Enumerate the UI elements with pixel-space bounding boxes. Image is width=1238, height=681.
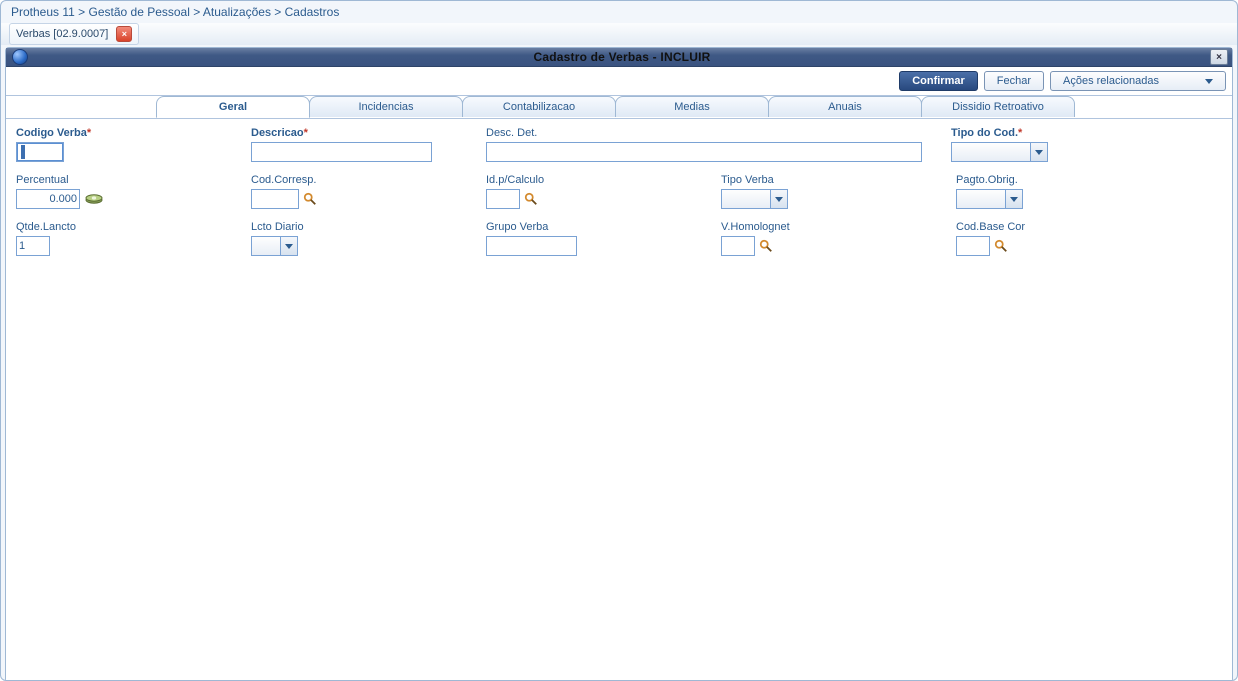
tab-medias[interactable]: Medias	[615, 96, 769, 117]
label-percentual: Percentual	[16, 174, 69, 186]
label-desc-det: Desc. Det.	[486, 127, 537, 139]
close-tab-icon[interactable]: ×	[116, 26, 132, 42]
field-descricao: Descricao*	[251, 127, 486, 162]
label-qtde-lancto: Qtde.Lancto	[16, 221, 76, 233]
chevron-down-icon	[770, 190, 787, 208]
label-id-p-calculo: Id.p/Calculo	[486, 174, 544, 186]
field-cod-corresp: Cod.Corresp.	[251, 174, 486, 209]
label-grupo-verba: Grupo Verba	[486, 221, 548, 233]
field-tipo-do-cod: Tipo do Cod.*	[951, 127, 1222, 162]
label-descricao: Descricao*	[251, 127, 308, 139]
search-icon[interactable]	[303, 192, 317, 206]
window-close-button[interactable]: ×	[1210, 49, 1228, 65]
money-icon	[84, 191, 104, 208]
label-cod-base-cor: Cod.Base Cor	[956, 221, 1025, 233]
chevron-down-icon	[280, 237, 297, 255]
field-tipo-verba: Tipo Verba	[721, 174, 956, 209]
app-icon	[12, 49, 28, 65]
tab-anuais[interactable]: Anuais	[768, 96, 922, 117]
input-id-p-calculo[interactable]	[486, 189, 520, 209]
search-icon[interactable]	[994, 239, 1008, 253]
select-tipo-do-cod[interactable]	[951, 142, 1048, 162]
mdi-child-window: Cadastro de Verbas - INCLUIR × Confirmar…	[5, 47, 1233, 681]
form-geral: Codigo Verba* Descricao* Desc. Det. Tipo…	[6, 119, 1232, 681]
field-percentual: Percentual	[16, 174, 251, 209]
input-cod-corresp[interactable]	[251, 189, 299, 209]
label-pagto-obrig: Pagto.Obrig.	[956, 174, 1018, 186]
field-grupo-verba: Grupo Verba	[486, 221, 721, 256]
chevron-down-icon	[1205, 79, 1213, 84]
label-codigo-verba: Codigo Verba*	[16, 127, 91, 139]
confirm-button[interactable]: Confirmar	[899, 71, 978, 91]
field-codigo-verba: Codigo Verba*	[16, 127, 251, 162]
field-desc-det: Desc. Det.	[486, 127, 951, 162]
input-qtde-lancto[interactable]	[16, 236, 50, 256]
window-tab-strip: Verbas [02.9.0007] ×	[1, 23, 1237, 45]
window-tab-verbas[interactable]: Verbas [02.9.0007] ×	[9, 23, 139, 45]
input-v-homolognet[interactable]	[721, 236, 755, 256]
field-qtde-lancto: Qtde.Lancto	[16, 221, 251, 256]
tab-dissidio-retroativo[interactable]: Dissidio Retroativo	[921, 96, 1075, 117]
chevron-down-icon	[1005, 190, 1022, 208]
input-descricao[interactable]	[251, 142, 432, 162]
label-cod-corresp: Cod.Corresp.	[251, 174, 316, 186]
search-icon[interactable]	[759, 239, 773, 253]
field-v-homolognet: V.Homolognet	[721, 221, 956, 256]
select-pagto-obrig[interactable]	[956, 189, 1023, 209]
tab-contabilizacao[interactable]: Contabilizacao	[462, 96, 616, 117]
window-tab-label: Verbas [02.9.0007]	[16, 28, 108, 40]
close-button[interactable]: Fechar	[984, 71, 1044, 91]
label-v-homolognet: V.Homolognet	[721, 221, 790, 233]
input-grupo-verba[interactable]	[486, 236, 577, 256]
toolbar: Confirmar Fechar Ações relacionadas	[6, 67, 1232, 96]
label-lcto-diario: Lcto Diario	[251, 221, 304, 233]
input-percentual[interactable]	[16, 189, 80, 209]
input-cod-base-cor[interactable]	[956, 236, 990, 256]
input-codigo-verba[interactable]	[16, 142, 64, 162]
search-icon[interactable]	[524, 192, 538, 206]
field-cod-base-cor: Cod.Base Cor	[956, 221, 1222, 256]
select-lcto-diario[interactable]	[251, 236, 298, 256]
chevron-down-icon	[1030, 143, 1047, 161]
label-tipo-do-cod: Tipo do Cod.*	[951, 127, 1022, 139]
titlebar: Cadastro de Verbas - INCLUIR ×	[6, 48, 1232, 67]
field-id-p-calculo: Id.p/Calculo	[486, 174, 721, 209]
field-lcto-diario: Lcto Diario	[251, 221, 486, 256]
select-tipo-verba[interactable]	[721, 189, 788, 209]
tab-geral[interactable]: Geral	[156, 96, 310, 118]
app-window: Protheus 11 > Gestão de Pessoal > Atuali…	[0, 0, 1238, 681]
breadcrumb: Protheus 11 > Gestão de Pessoal > Atuali…	[1, 1, 1237, 23]
tab-strip: Geral Incidencias Contabilizacao Medias …	[6, 96, 1232, 119]
field-pagto-obrig: Pagto.Obrig.	[956, 174, 1222, 209]
label-tipo-verba: Tipo Verba	[721, 174, 774, 186]
window-title: Cadastro de Verbas - INCLUIR	[34, 50, 1210, 64]
related-actions-button[interactable]: Ações relacionadas	[1050, 71, 1226, 91]
tab-incidencias[interactable]: Incidencias	[309, 96, 463, 117]
input-desc-det[interactable]	[486, 142, 922, 162]
related-actions-label: Ações relacionadas	[1063, 75, 1159, 87]
